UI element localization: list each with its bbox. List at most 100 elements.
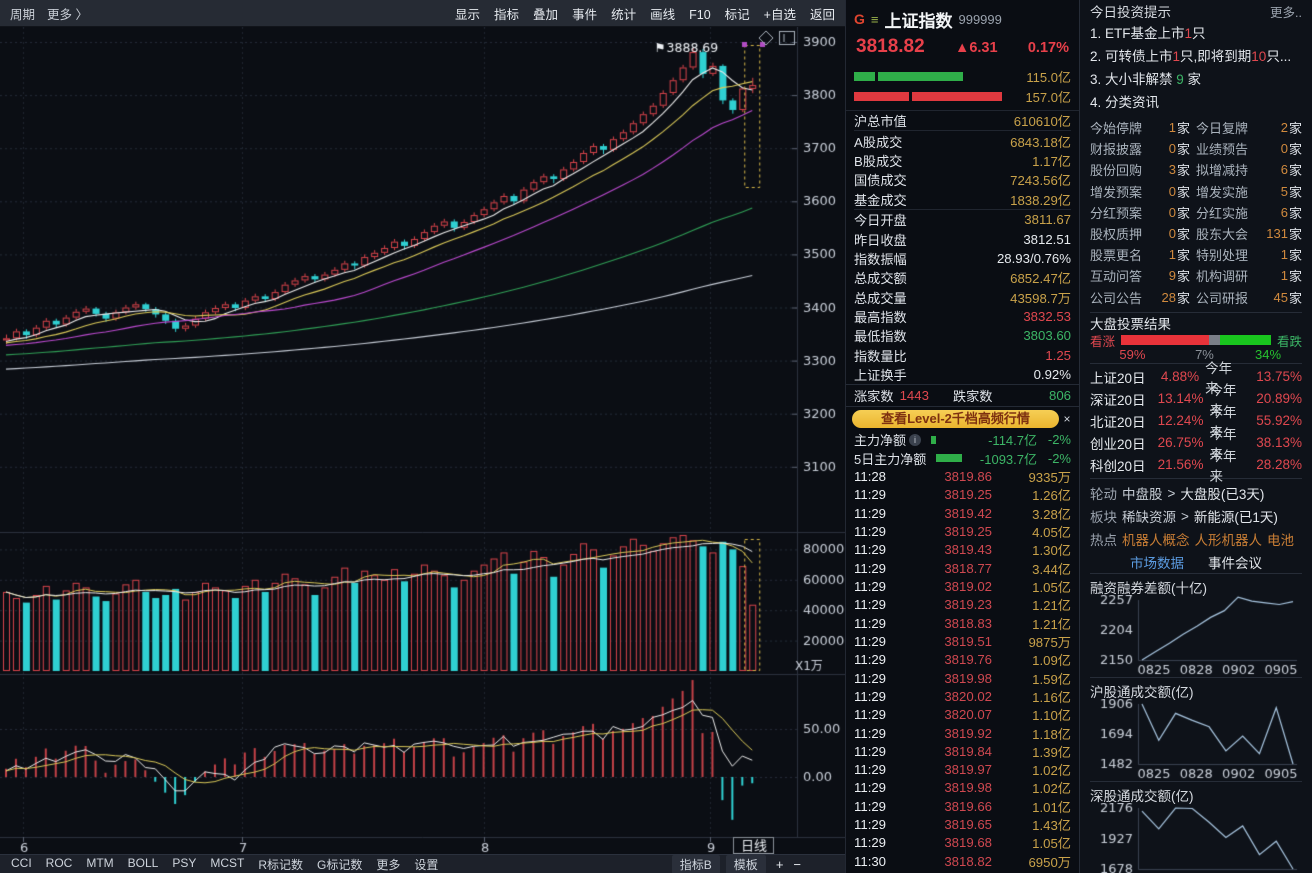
toolbar-button-4[interactable]: 统计 xyxy=(611,8,636,22)
grid-cell-业绩预告[interactable]: 业绩预告0家 xyxy=(1196,139,1302,158)
toolbar-button-8[interactable]: +自选 xyxy=(764,8,796,22)
grid-cell-增发预案[interactable]: 增发预案0家 xyxy=(1090,182,1196,201)
tick-time: 11:29 xyxy=(854,780,900,795)
tick-price: 3819.25 xyxy=(900,524,992,539)
grid-cell-今日复牌[interactable]: 今日复牌2家 xyxy=(1196,118,1302,137)
toolbar-button-6[interactable]: F10 xyxy=(689,8,711,22)
period-label[interactable]: 周期 xyxy=(10,4,35,23)
grid-unit: 家 xyxy=(1289,245,1302,264)
toolbar-button-0[interactable]: 显示 xyxy=(455,8,480,22)
main-kline-chart-canvas[interactable] xyxy=(0,27,845,854)
grid-count: 0 xyxy=(1281,141,1288,156)
index-row-4[interactable]: 科创20日21.56%今年来28.28% xyxy=(1090,454,1302,476)
zoom-out-button[interactable]: − xyxy=(793,857,801,872)
stat-row-1: A股成交6843.18亿 xyxy=(854,131,1071,150)
grid-cell-公司公告[interactable]: 公司公告28家 xyxy=(1090,288,1196,307)
indicator-button-3[interactable]: BOLL xyxy=(128,856,159,873)
stat-label: 今日开盘 xyxy=(854,210,907,229)
mini-chart-sz-connect: 深股通成交额(亿) xyxy=(1090,781,1302,873)
grid-count: 1 xyxy=(1169,120,1176,135)
toolbar-button-2[interactable]: 叠加 xyxy=(533,8,558,22)
tab-market-data[interactable]: 市场数据 xyxy=(1130,552,1184,572)
grid-cell-股东大会[interactable]: 股东大会131家 xyxy=(1196,224,1302,243)
chart-column: 周期 更多 〉 显示指标叠加事件统计画线 F10 标记 +自选返回 CCI ROC MTM… xyxy=(0,0,845,873)
indicator-button-4[interactable]: PSY xyxy=(172,856,196,873)
grid-label: 互动问答 xyxy=(1090,266,1142,285)
stat-row-8: 总成交额6852.47亿 xyxy=(854,268,1071,287)
tips-more-link[interactable]: 更多.. xyxy=(1270,2,1302,21)
tip-item-3[interactable]: 4. 分类资讯 xyxy=(1090,91,1302,114)
more-periods-link[interactable]: 更多 〉 xyxy=(47,4,88,23)
index-20d-pct: 13.14% xyxy=(1158,391,1204,406)
index-row-0[interactable]: 上证20日4.88%今年来13.75% xyxy=(1090,366,1302,388)
tick-time: 11:29 xyxy=(854,762,900,777)
rotation-link[interactable]: 电池 xyxy=(1267,529,1294,549)
indicator-button-1[interactable]: ROC xyxy=(46,856,73,873)
grid-cell-股份回购[interactable]: 股份回购3家 xyxy=(1090,160,1196,179)
indicator-button-9[interactable]: 设置 xyxy=(414,856,438,873)
index-row-1[interactable]: 深证20日13.14%今年来20.89% xyxy=(1090,388,1302,410)
tip-segment: 家 xyxy=(1184,72,1201,87)
grid-count: 28 xyxy=(1162,290,1176,305)
menu-icon[interactable]: ≡ xyxy=(871,12,879,27)
grid-cell-股权质押[interactable]: 股权质押0家 xyxy=(1090,224,1196,243)
grid-cell-今始停牌[interactable]: 今始停牌1家 xyxy=(1090,118,1196,137)
toolbar-button-3[interactable]: 事件 xyxy=(572,8,597,22)
index-name: 上证20日 xyxy=(1090,367,1161,387)
level2-banner[interactable]: 查看Level-2千档高频行情 xyxy=(852,410,1059,428)
grid-cell-分红预案[interactable]: 分红预案0家 xyxy=(1090,203,1196,222)
tab-events[interactable]: 事件会议 xyxy=(1208,552,1262,572)
tip-item-2[interactable]: 3. 大小非解禁 9 家 xyxy=(1090,68,1302,91)
toolbar-button-5[interactable]: 画线 xyxy=(650,8,675,22)
index-20d-pct: 26.75% xyxy=(1158,435,1204,450)
mini-chart-title: 融资融券差额(十亿) xyxy=(1090,574,1302,595)
grid-cell-互动问答[interactable]: 互动问答9家 xyxy=(1090,266,1196,285)
indicator-button-2[interactable]: MTM xyxy=(86,856,113,873)
grid-count: 131 xyxy=(1266,226,1288,241)
mini-chart-title: 深股通成交额(亿) xyxy=(1090,782,1302,803)
tip-item-0[interactable]: 1. ETF基金上市1只 xyxy=(1090,22,1302,45)
sh-connect-chart-canvas[interactable] xyxy=(1090,699,1303,781)
toolbar-button-7[interactable]: 标记 xyxy=(725,8,750,22)
grid-cell-财报披露[interactable]: 财报披露0家 xyxy=(1090,139,1196,158)
sz-connect-chart-canvas[interactable] xyxy=(1090,803,1303,873)
rotation-link: > xyxy=(1181,509,1189,524)
tick-row: 11:293819.681.05亿 xyxy=(854,834,1071,852)
grid-label: 增发实施 xyxy=(1196,182,1248,201)
rotation-link[interactable]: 人形机器人 xyxy=(1195,529,1263,549)
index-row-2[interactable]: 北证20日12.24%今年来55.92% xyxy=(1090,410,1302,432)
margin-balance-chart-canvas[interactable] xyxy=(1090,595,1303,677)
main-force-5d-pct: -2% xyxy=(1037,451,1071,466)
rotation-link[interactable]: 机器人概念 xyxy=(1122,529,1190,549)
index-row-3[interactable]: 创业20日26.75%今年来38.13% xyxy=(1090,432,1302,454)
grid-unit: 家 xyxy=(1289,160,1302,179)
tick-list[interactable]: 11:283819.869335万11:293819.251.26亿11:293… xyxy=(846,467,1079,873)
zoom-in-button[interactable]: + xyxy=(776,857,784,872)
indicator-button-8[interactable]: 更多 xyxy=(376,856,400,873)
grid-unit: 家 xyxy=(1177,224,1190,243)
template-tab[interactable]: 模板 xyxy=(726,855,766,873)
tick-price: 3819.43 xyxy=(900,542,992,557)
tick-volume: 1.10亿 xyxy=(992,705,1071,724)
grid-cell-分红实施[interactable]: 分红实施6家 xyxy=(1196,203,1302,222)
tip-item-1[interactable]: 2. 可转债上市1只,即将到期10只... xyxy=(1090,45,1302,68)
indicator-button-6[interactable]: R标记数 xyxy=(258,856,303,873)
toolbar-button-1[interactable]: 指标 xyxy=(494,8,519,22)
info-icon[interactable]: i xyxy=(909,434,921,446)
stat-label: A股成交 xyxy=(854,132,902,151)
toolbar-button-9[interactable]: 返回 xyxy=(810,8,835,22)
indicator-button-5[interactable]: MCST xyxy=(210,856,244,873)
close-icon[interactable]: × xyxy=(1059,412,1075,426)
indicator-button-0[interactable]: CCI xyxy=(11,856,32,873)
tick-price: 3818.83 xyxy=(900,616,992,631)
grid-cell-股票更名[interactable]: 股票更名1家 xyxy=(1090,245,1196,264)
grid-cell-机构调研[interactable]: 机构调研1家 xyxy=(1196,266,1302,285)
grid-cell-增发实施[interactable]: 增发实施5家 xyxy=(1196,182,1302,201)
indicator-button-7[interactable]: G标记数 xyxy=(317,856,362,873)
indicator-b-tab[interactable]: 指标B xyxy=(672,855,720,873)
grid-cell-拟增减持[interactable]: 拟增减持6家 xyxy=(1196,160,1302,179)
tick-time: 11:29 xyxy=(854,799,900,814)
grid-cell-公司研报[interactable]: 公司研报45家 xyxy=(1196,288,1302,307)
stat-label: 基金成交 xyxy=(854,190,907,209)
grid-cell-特别处理[interactable]: 特别处理1家 xyxy=(1196,245,1302,264)
